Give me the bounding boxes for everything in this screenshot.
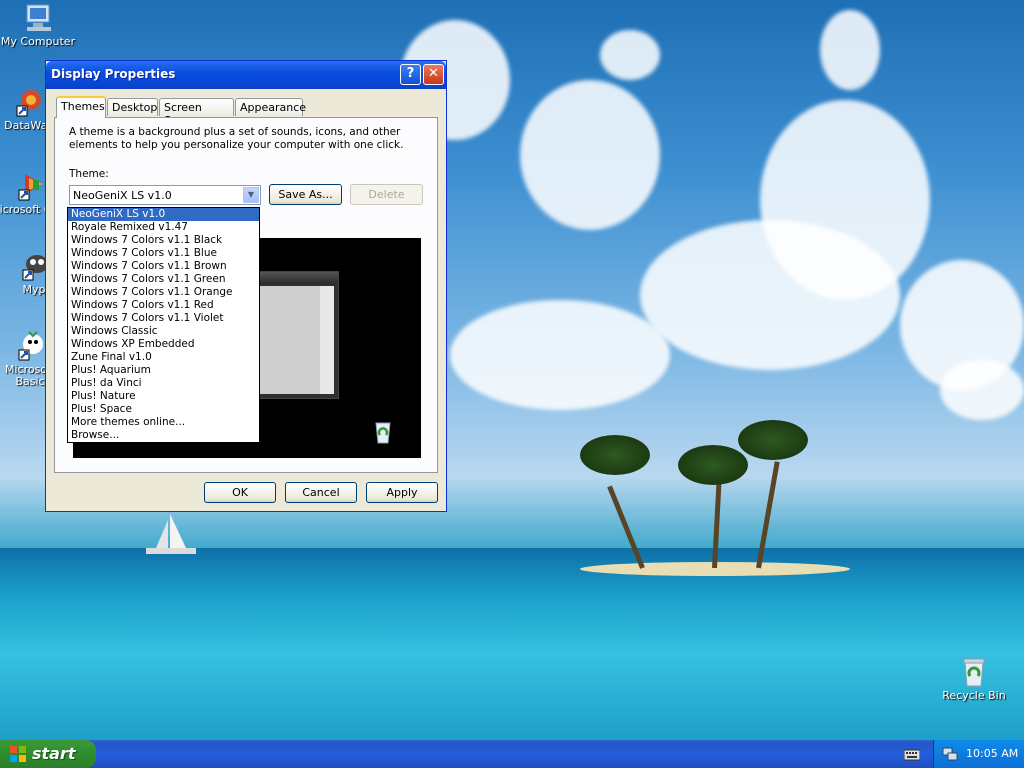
- desktop-icon-label: Recycle Bin: [942, 689, 1006, 702]
- clock[interactable]: 10:05 AM: [966, 747, 1018, 760]
- theme-option[interactable]: Windows 7 Colors v1.1 Black: [68, 234, 259, 247]
- cloud-shape: [520, 80, 660, 230]
- ok-button[interactable]: OK: [204, 482, 276, 503]
- theme-combobox[interactable]: NeoGeniX LS v1.0 ▼: [69, 185, 261, 205]
- sea: [0, 548, 1024, 740]
- my-computer-icon: [26, 4, 51, 31]
- theme-option[interactable]: Plus! Aquarium: [68, 364, 259, 377]
- theme-combobox-value: NeoGeniX LS v1.0: [73, 189, 172, 202]
- network-icon[interactable]: [942, 746, 958, 762]
- system-tray: 10:05 AM: [933, 740, 1024, 768]
- palm-leaves: [678, 445, 748, 485]
- theme-option[interactable]: Plus! Space: [68, 403, 259, 416]
- theme-option[interactable]: Windows 7 Colors v1.1 Violet: [68, 312, 259, 325]
- start-label: start: [32, 744, 76, 763]
- help-button[interactable]: ?: [400, 64, 421, 85]
- dialog-title: Display Properties: [51, 67, 176, 81]
- tab-desktop[interactable]: Desktop: [107, 98, 158, 116]
- theme-option[interactable]: Windows 7 Colors v1.1 Red: [68, 299, 259, 312]
- preview-recycle-bin-icon: [375, 422, 391, 444]
- start-button[interactable]: start: [0, 740, 96, 768]
- datawarrior-shortcut-icon: [16, 90, 41, 117]
- small-basic-shortcut-icon: [18, 331, 43, 361]
- theme-option[interactable]: Plus! Nature: [68, 390, 259, 403]
- tab-screen-saver[interactable]: Screen Saver: [159, 98, 234, 127]
- theme-option[interactable]: Plus! da Vinci: [68, 377, 259, 390]
- tab-themes[interactable]: Themes: [56, 96, 106, 118]
- theme-option[interactable]: Royale Remixed v1.47: [68, 221, 259, 234]
- sailboat: [146, 514, 196, 554]
- theme-description: A theme is a background plus a set of so…: [69, 126, 404, 151]
- theme-option[interactable]: Windows 7 Colors v1.1 Blue: [68, 247, 259, 260]
- desktop-icon-recycle-bin[interactable]: Recycle Bin: [934, 656, 1014, 702]
- visual-cpp-shortcut-icon: [18, 174, 43, 201]
- recycle-bin-icon: [963, 658, 985, 687]
- theme-option-browse[interactable]: Browse...: [68, 429, 259, 442]
- theme-option[interactable]: Zune Final v1.0: [68, 351, 259, 364]
- desktop-icon-my-computer[interactable]: My Computer: [0, 2, 78, 48]
- theme-label: Theme:: [69, 168, 109, 180]
- keyboard-icon[interactable]: [904, 747, 920, 761]
- chevron-down-icon[interactable]: ▼: [243, 187, 259, 203]
- theme-option-selected[interactable]: NeoGeniX LS v1.0: [68, 208, 259, 221]
- apply-button[interactable]: Apply: [366, 482, 438, 503]
- preview-scrollbar: [320, 286, 334, 394]
- close-button[interactable]: ✕: [423, 64, 444, 85]
- windows-logo-icon: [10, 746, 26, 762]
- theme-dropdown-list[interactable]: NeoGeniX LS v1.0 Royale Remixed v1.47 Wi…: [67, 207, 260, 443]
- delete-button: Delete: [350, 184, 423, 205]
- cloud-shape: [600, 30, 660, 80]
- theme-option[interactable]: Windows 7 Colors v1.1 Green: [68, 273, 259, 286]
- theme-option[interactable]: Windows 7 Colors v1.1 Orange: [68, 286, 259, 299]
- taskbar: start 10:05 AM: [0, 740, 1024, 768]
- cloud-shape: [640, 220, 900, 370]
- cloud-shape: [450, 300, 670, 410]
- palm-leaves: [738, 420, 808, 460]
- cancel-button[interactable]: Cancel: [285, 482, 357, 503]
- theme-option-more-online[interactable]: More themes online...: [68, 416, 259, 429]
- desktop-icon-label: My Computer: [0, 35, 76, 48]
- cloud-shape: [940, 360, 1024, 420]
- theme-option[interactable]: Windows XP Embedded: [68, 338, 259, 351]
- save-as-button[interactable]: Save As...: [269, 184, 342, 205]
- dialog-titlebar[interactable]: Display Properties ? ✕: [46, 61, 446, 89]
- cloud-shape: [820, 10, 880, 90]
- palm-leaves: [580, 435, 650, 475]
- theme-option[interactable]: Windows Classic: [68, 325, 259, 338]
- theme-option[interactable]: Windows 7 Colors v1.1 Brown: [68, 260, 259, 273]
- tab-appearance[interactable]: Appearance: [235, 98, 306, 116]
